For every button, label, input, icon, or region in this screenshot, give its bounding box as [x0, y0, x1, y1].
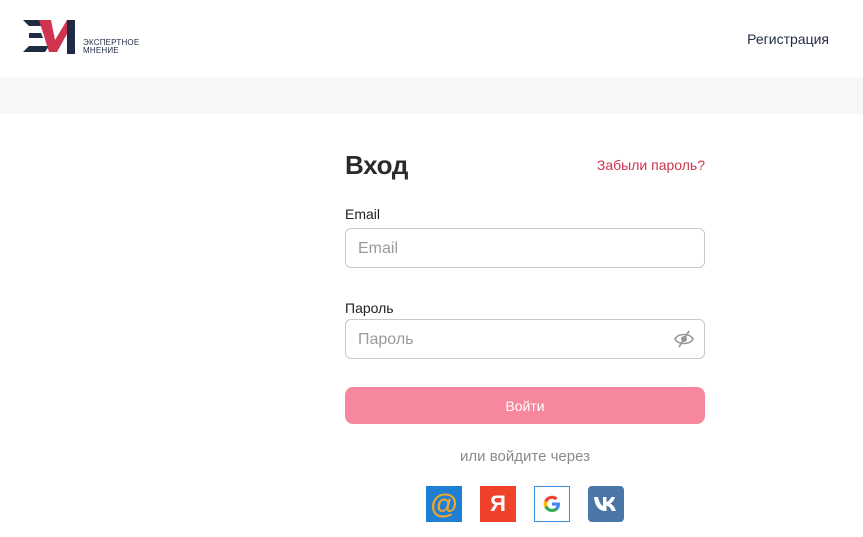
social-login-group: @ Я: [426, 486, 626, 524]
svg-text:@: @: [430, 488, 457, 519]
email-field-box: [345, 228, 705, 269]
toggle-password-visibility-icon[interactable]: [674, 330, 694, 348]
password-field-box: [345, 319, 705, 360]
header-band: [0, 77, 863, 114]
yandex-icon: Я: [490, 491, 506, 516]
password-label: Пароль: [345, 300, 394, 316]
vk-icon: [594, 497, 616, 511]
google-icon: [543, 495, 560, 512]
logo[interactable]: ЭКСПЕРТНОЕ МНЕНИЕ: [21, 18, 161, 58]
mail-ru-login-button[interactable]: @: [426, 486, 462, 522]
google-login-button[interactable]: [534, 486, 570, 522]
password-field[interactable]: [356, 320, 670, 360]
logo-text: ЭКСПЕРТНОЕ МНЕНИЕ: [83, 39, 139, 55]
alt-login-text: или войдите через: [460, 448, 590, 465]
mail-ru-icon: @: [430, 488, 457, 519]
register-link[interactable]: Регистрация: [747, 31, 829, 47]
vk-login-button[interactable]: [588, 486, 624, 522]
email-field[interactable]: [356, 229, 670, 269]
logo-mark-icon: [23, 20, 75, 54]
email-label: Email: [345, 206, 381, 222]
login-button[interactable]: Войти: [345, 387, 705, 424]
logo-text-line2: МНЕНИЕ: [83, 46, 119, 55]
yandex-login-button[interactable]: Я: [480, 486, 516, 522]
top-header: ЭКСПЕРТНОЕ МНЕНИЕ Регистрация: [0, 0, 863, 77]
forgot-password-link[interactable]: Забыли пароль?: [597, 157, 705, 173]
page-title: Вход: [345, 150, 409, 180]
